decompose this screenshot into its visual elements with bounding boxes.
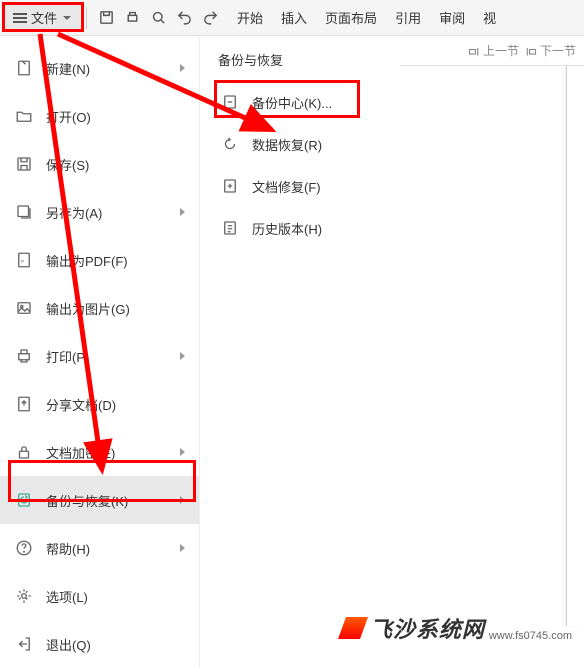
submenu-item-repair[interactable]: 文档修复(F) <box>210 165 390 207</box>
submenu-arrow-icon <box>180 208 185 216</box>
preview-quick-icon[interactable] <box>145 5 171 31</box>
menu-item-exportpdf[interactable]: P 输出为PDF(F) <box>0 236 199 284</box>
save-icon <box>14 154 34 174</box>
repair-icon <box>220 176 240 196</box>
chevron-down-icon <box>63 16 71 20</box>
pdf-icon: P <box>14 250 34 270</box>
print-quick-icon[interactable] <box>119 5 145 31</box>
file-menu-label: 文件 <box>31 8 57 27</box>
tab-pagelayout[interactable]: 页面布局 <box>325 8 377 27</box>
menu-label: 新建(N) <box>46 59 180 78</box>
menu-label: 备份与恢复(K) <box>46 491 180 510</box>
menu-label: 选项(L) <box>46 587 185 606</box>
menu-item-exit[interactable]: 退出(Q) <box>0 620 199 668</box>
watermark: 飞沙系统网 www.fs0745.com <box>342 612 572 644</box>
redo-icon[interactable] <box>197 5 223 31</box>
tab-start[interactable]: 开始 <box>237 8 263 27</box>
menu-item-new[interactable]: 新建(N) <box>0 44 199 92</box>
main-toolbar: 文件 开始 插入 页面布局 引用 审阅 视 <box>0 0 584 36</box>
menu-label: 输出为PDF(F) <box>46 251 185 270</box>
tab-reference[interactable]: 引用 <box>395 8 421 27</box>
menu-label: 输出为图片(G) <box>46 299 185 318</box>
submenu-arrow-icon <box>180 64 185 72</box>
backup-icon <box>14 490 34 510</box>
backup-submenu: 备份与恢复 备份中心(K)... 数据恢复(R) 文档修复(F) 历史版本(H) <box>200 36 400 668</box>
submenu-item-backupcenter[interactable]: 备份中心(K)... <box>210 81 390 123</box>
menu-item-encrypt[interactable]: 文档加密(E) <box>0 428 199 476</box>
document-edge <box>566 66 584 626</box>
menu-item-options[interactable]: 选项(L) <box>0 572 199 620</box>
menu-label: 文档加密(E) <box>46 443 180 462</box>
file-menu-list: 新建(N) 打开(O) 保存(S) 另存为(A) P 输出为PDF(F) 输出为… <box>0 36 200 668</box>
submenu-arrow-icon <box>180 496 185 504</box>
submenu-item-recover[interactable]: 数据恢复(R) <box>210 123 390 165</box>
file-menu-panel: 新建(N) 打开(O) 保存(S) 另存为(A) P 输出为PDF(F) 输出为… <box>0 36 400 668</box>
submenu-item-history[interactable]: 历史版本(H) <box>210 207 390 249</box>
toolbar-divider <box>86 7 87 29</box>
menu-label: 分享文档(D) <box>46 395 185 414</box>
next-section-button[interactable]: 下一节 <box>525 42 576 59</box>
submenu-title: 备份与恢复 <box>210 50 390 69</box>
submenu-label: 历史版本(H) <box>252 219 322 238</box>
menu-item-backup[interactable]: 备份与恢复(K) <box>0 476 199 524</box>
tab-review[interactable]: 审阅 <box>439 8 465 27</box>
help-icon <box>14 538 34 558</box>
submenu-label: 文档修复(F) <box>252 177 321 196</box>
submenu-label: 数据恢复(R) <box>252 135 322 154</box>
menu-label: 另存为(A) <box>46 203 180 222</box>
new-icon <box>14 58 34 78</box>
svg-text:P: P <box>21 259 24 264</box>
share-icon <box>14 394 34 414</box>
menu-item-open[interactable]: 打开(O) <box>0 92 199 140</box>
tab-insert[interactable]: 插入 <box>281 8 307 27</box>
menu-item-saveas[interactable]: 另存为(A) <box>0 188 199 236</box>
menu-item-save[interactable]: 保存(S) <box>0 140 199 188</box>
watermark-text: 飞沙系统网 <box>370 612 485 644</box>
submenu-arrow-icon <box>180 544 185 552</box>
next-section-icon <box>525 45 537 57</box>
backupcenter-icon <box>220 92 240 112</box>
menu-item-help[interactable]: 帮助(H) <box>0 524 199 572</box>
menu-item-print[interactable]: 打印(P) <box>0 332 199 380</box>
watermark-logo-icon <box>338 617 368 639</box>
undo-icon[interactable] <box>171 5 197 31</box>
ribbon-tabs: 开始 插入 页面布局 引用 审阅 视 <box>237 8 496 27</box>
recover-icon <box>220 134 240 154</box>
prev-section-button[interactable]: 上一节 <box>468 42 519 59</box>
watermark-url: www.fs0745.com <box>489 630 572 642</box>
tab-view[interactable]: 视 <box>483 8 496 27</box>
image-icon <box>14 298 34 318</box>
prev-section-icon <box>468 45 480 57</box>
submenu-arrow-icon <box>180 448 185 456</box>
lock-icon <box>14 442 34 462</box>
menu-label: 打印(P) <box>46 347 180 366</box>
file-menu-button[interactable]: 文件 <box>4 3 80 32</box>
menu-label: 帮助(H) <box>46 539 180 558</box>
menu-label: 打开(O) <box>46 107 185 126</box>
history-icon <box>220 218 240 238</box>
menu-label: 退出(Q) <box>46 635 185 654</box>
submenu-arrow-icon <box>180 352 185 360</box>
open-icon <box>14 106 34 126</box>
gear-icon <box>14 586 34 606</box>
menu-label: 保存(S) <box>46 155 185 174</box>
exit-icon <box>14 634 34 654</box>
print-icon <box>14 346 34 366</box>
save-quick-icon[interactable] <box>93 5 119 31</box>
menu-item-share[interactable]: 分享文档(D) <box>0 380 199 428</box>
hamburger-icon <box>13 13 27 23</box>
saveas-icon <box>14 202 34 222</box>
submenu-label: 备份中心(K)... <box>252 93 332 112</box>
menu-item-exportimage[interactable]: 输出为图片(G) <box>0 284 199 332</box>
